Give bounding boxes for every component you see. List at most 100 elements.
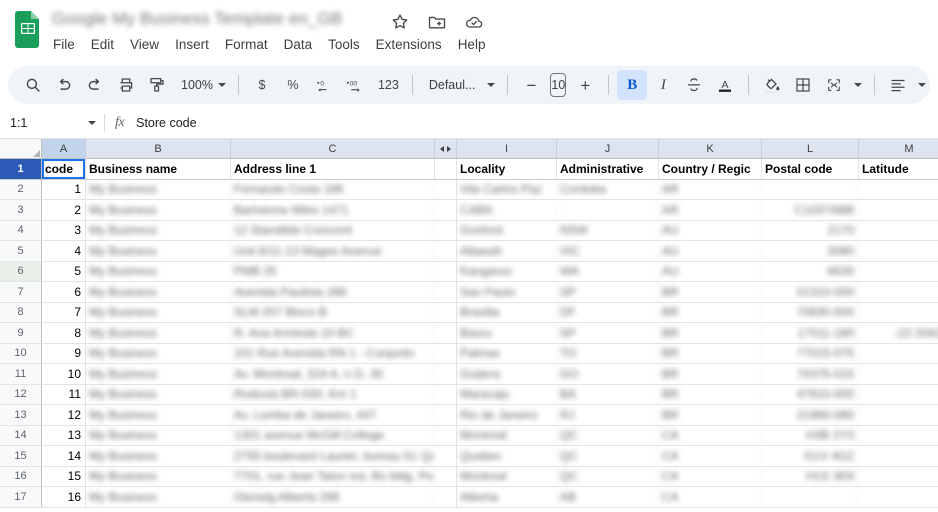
function-icon[interactable]: fx — [115, 115, 125, 131]
cell-b13[interactable]: My Business — [86, 405, 231, 425]
cell-c2[interactable]: Fernando Costa 186 — [231, 179, 435, 199]
cell-c9[interactable]: R. Ana Arminda 10 BC — [231, 323, 435, 343]
cell-c14[interactable]: 1301 avenue McGill College — [231, 425, 435, 445]
cell-j15[interactable]: QC — [557, 446, 659, 466]
cell-i6[interactable]: Kangaroo — [457, 261, 557, 281]
cell-a17[interactable]: 16 — [42, 487, 86, 507]
cell-b1[interactable]: Business name — [86, 159, 231, 179]
cell-k6[interactable]: AU — [659, 261, 762, 281]
row-header-16[interactable]: 16 — [0, 466, 42, 486]
cell-c1[interactable]: Address line 1 — [231, 159, 435, 179]
row-header-12[interactable]: 12 — [0, 384, 42, 404]
cell-l10[interactable]: 77015-075 — [762, 343, 859, 363]
decrease-font-size-button[interactable]: − — [516, 70, 546, 100]
cell-k7[interactable]: BR — [659, 282, 762, 302]
menu-edit[interactable]: Edit — [83, 33, 122, 57]
print-icon[interactable] — [111, 70, 141, 100]
chevron-down-icon[interactable] — [918, 83, 927, 87]
cell-i3[interactable]: CABA — [457, 200, 557, 220]
cell-i4[interactable]: Gosford — [457, 220, 557, 240]
cell-c16[interactable]: 7701, rue Jean Talon est, Bs bldg, Point… — [231, 466, 435, 486]
menu-file[interactable]: File — [52, 33, 83, 57]
cell-k5[interactable]: AU — [659, 241, 762, 261]
cell-i12[interactable]: Maracaju — [457, 384, 557, 404]
cell-j9[interactable]: SP — [557, 323, 659, 343]
cell-j8[interactable]: DF — [557, 302, 659, 322]
cell-l6[interactable]: 6630 — [762, 261, 859, 281]
cell-i14[interactable]: Montreal — [457, 425, 557, 445]
cell-l12[interactable]: 47815-000 — [762, 384, 859, 404]
row-header-10[interactable]: 10 — [0, 343, 42, 363]
cell-l8[interactable]: 70830-500 — [762, 302, 859, 322]
row-header-17[interactable]: 17 — [0, 487, 42, 507]
cell-c8[interactable]: SLM 207 Bloco B — [231, 302, 435, 322]
redo-icon[interactable] — [80, 70, 110, 100]
cell-i13[interactable]: Rio de Janeiro — [457, 405, 557, 425]
cell-b10[interactable]: My Business — [86, 343, 231, 363]
cell-b9[interactable]: My Business — [86, 323, 231, 343]
cell-c17[interactable]: Glenelg Alberta 286 — [231, 487, 435, 507]
cell-i7[interactable]: Sao Paulo — [457, 282, 557, 302]
percent-format-button[interactable]: % — [278, 70, 308, 100]
cell-k15[interactable]: CA — [659, 446, 762, 466]
cell-l2[interactable] — [762, 179, 859, 199]
formula-input[interactable]: Store code — [136, 116, 196, 130]
cell-m7[interactable] — [859, 282, 938, 302]
cell-k17[interactable]: CA — [659, 487, 762, 507]
cell-j12[interactable]: BA — [557, 384, 659, 404]
row-header-6[interactable]: 6 — [0, 261, 42, 281]
column-header-l[interactable]: L — [762, 139, 859, 158]
cell-b7[interactable]: My Business — [86, 282, 231, 302]
expand-right-icon[interactable] — [447, 145, 451, 152]
cell-b11[interactable]: My Business — [86, 364, 231, 384]
cell-a8[interactable]: 7 — [42, 302, 86, 322]
search-icon[interactable] — [18, 70, 48, 100]
cell-i9[interactable]: Bauru — [457, 323, 557, 343]
cell-l11[interactable]: 74375-015 — [762, 364, 859, 384]
cell-b5[interactable]: My Business — [86, 241, 231, 261]
cell-c7[interactable]: Avenida Paulista 288 — [231, 282, 435, 302]
cell-b12[interactable]: My Business — [86, 384, 231, 404]
cell-m1[interactable]: Latitude — [859, 159, 938, 179]
row-header-5[interactable]: 5 — [0, 241, 42, 261]
cell-l1[interactable]: Postal code — [762, 159, 859, 179]
row-header-11[interactable]: 11 — [0, 364, 42, 384]
cell-k1[interactable]: Country / Regic — [659, 159, 762, 179]
cell-j17[interactable]: AB — [557, 487, 659, 507]
column-header-b[interactable]: B — [86, 139, 231, 158]
name-box[interactable]: 1:1 — [10, 112, 102, 134]
cell-m4[interactable] — [859, 221, 938, 241]
cell-m11[interactable] — [859, 364, 938, 384]
cell-c4[interactable]: 12 Standible Crescent — [231, 220, 435, 240]
cell-c5[interactable]: Unit 8/11-13 Magee Avenue — [231, 241, 435, 261]
decrease-decimal-button[interactable]: 0 — [309, 70, 339, 100]
cell-j4[interactable]: NSW — [557, 220, 659, 240]
cell-m9[interactable]: -22.334289 — [859, 323, 938, 343]
cell-k9[interactable]: BR — [659, 323, 762, 343]
cell-m6[interactable] — [859, 262, 938, 282]
font-family-selector[interactable]: Defaul... — [421, 70, 500, 100]
merge-cells-icon[interactable] — [819, 70, 849, 100]
hidden-columns-expander[interactable] — [435, 139, 457, 158]
cell-j11[interactable]: GO — [557, 364, 659, 384]
row-header-14[interactable]: 14 — [0, 425, 42, 445]
cell-k13[interactable]: BR — [659, 405, 762, 425]
cell-l13[interactable]: 21980-080 — [762, 405, 859, 425]
row-header-2[interactable]: 2 — [0, 179, 42, 199]
cell-b17[interactable]: My Business — [86, 487, 231, 507]
row-header-9[interactable]: 9 — [0, 323, 42, 343]
italic-button[interactable]: I — [648, 70, 678, 100]
cell-a6[interactable]: 5 — [42, 261, 86, 281]
strikethrough-icon[interactable] — [679, 70, 709, 100]
cell-k8[interactable]: BR — [659, 302, 762, 322]
cell-a11[interactable]: 10 — [42, 364, 86, 384]
menu-help[interactable]: Help — [450, 33, 494, 57]
cell-l7[interactable]: 01310-000 — [762, 282, 859, 302]
move-to-folder-icon[interactable] — [427, 12, 447, 32]
cell-k12[interactable]: BR — [659, 384, 762, 404]
cell-c13[interactable]: Av. Lomba de Janeiro, 447 — [231, 405, 435, 425]
menu-insert[interactable]: Insert — [167, 33, 217, 57]
cell-a3[interactable]: 2 — [42, 200, 86, 220]
cell-k3[interactable]: AR — [659, 200, 762, 220]
row-header-8[interactable]: 8 — [0, 302, 42, 322]
